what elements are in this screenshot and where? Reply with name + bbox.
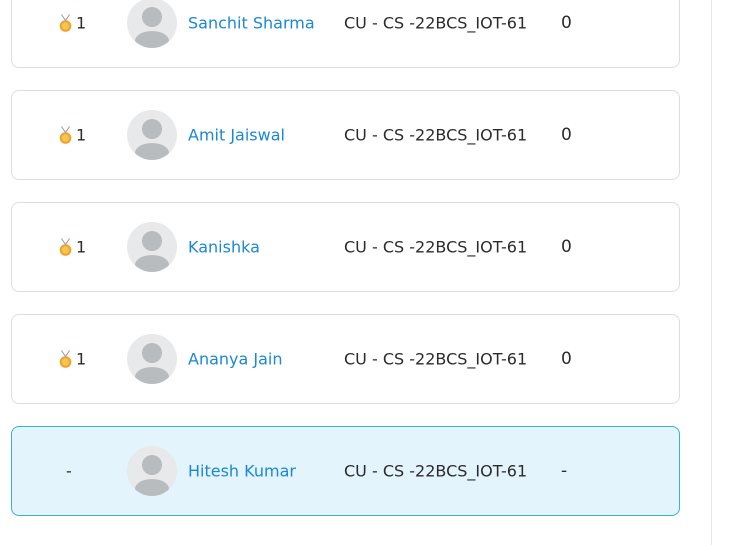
rank-value: 1 [76, 237, 87, 257]
user-avatar-icon [135, 343, 169, 384]
rank-cell: 1 [58, 14, 86, 33]
score-value: 0 [561, 125, 572, 145]
rank-value: 1 [76, 125, 87, 145]
rank-value: 1 [76, 349, 87, 369]
avatar [127, 222, 177, 272]
student-name-link[interactable]: Ananya Jain [188, 350, 283, 369]
score-value: - [561, 461, 568, 481]
student-name-link[interactable]: Amit Jaiswal [188, 126, 285, 145]
rank-cell: 1 [58, 238, 86, 257]
medal-icon [59, 126, 72, 144]
user-avatar-icon [135, 231, 169, 272]
avatar [127, 334, 177, 384]
user-avatar-icon [135, 119, 169, 160]
user-avatar-icon [135, 7, 169, 48]
panel-divider [711, 0, 712, 545]
leaderboard-row: 1 Sanchit Sharma CU - CS -22BCS_IOT-61 0 [11, 0, 680, 68]
medal-icon [59, 14, 72, 32]
rank-cell: 1 [58, 350, 86, 369]
avatar [127, 0, 177, 48]
leaderboard-row: 1 Kanishka CU - CS -22BCS_IOT-61 0 [11, 202, 680, 292]
user-avatar-icon [135, 455, 169, 496]
group-label: CU - CS -22BCS_IOT-61 [344, 237, 528, 257]
student-name-link[interactable]: Sanchit Sharma [188, 14, 315, 33]
rank-value: 1 [76, 13, 87, 33]
score-value: 0 [561, 237, 572, 257]
rank-cell: 1 [58, 126, 86, 145]
rank-value: - [66, 461, 72, 481]
avatar [127, 446, 177, 496]
group-label: CU - CS -22BCS_IOT-61 [344, 461, 528, 481]
leaderboard-row: 1 Amit Jaiswal CU - CS -22BCS_IOT-61 0 [11, 90, 680, 180]
avatar [127, 110, 177, 160]
group-label: CU - CS -22BCS_IOT-61 [344, 349, 528, 369]
score-value: 0 [561, 349, 572, 369]
leaderboard-row: 1 Ananya Jain CU - CS -22BCS_IOT-61 0 [11, 314, 680, 404]
student-name-link[interactable]: Kanishka [188, 238, 260, 257]
leaderboard-row-current-user: - Hitesh Kumar CU - CS -22BCS_IOT-61 - [11, 426, 680, 516]
medal-icon [59, 238, 72, 256]
leaderboard-view: 1 Sanchit Sharma CU - CS -22BCS_IOT-61 0… [0, 0, 754, 545]
student-name-link[interactable]: Hitesh Kumar [188, 462, 296, 481]
medal-icon [59, 350, 72, 368]
group-label: CU - CS -22BCS_IOT-61 [344, 125, 528, 145]
group-label: CU - CS -22BCS_IOT-61 [344, 13, 528, 33]
score-value: 0 [561, 13, 572, 33]
